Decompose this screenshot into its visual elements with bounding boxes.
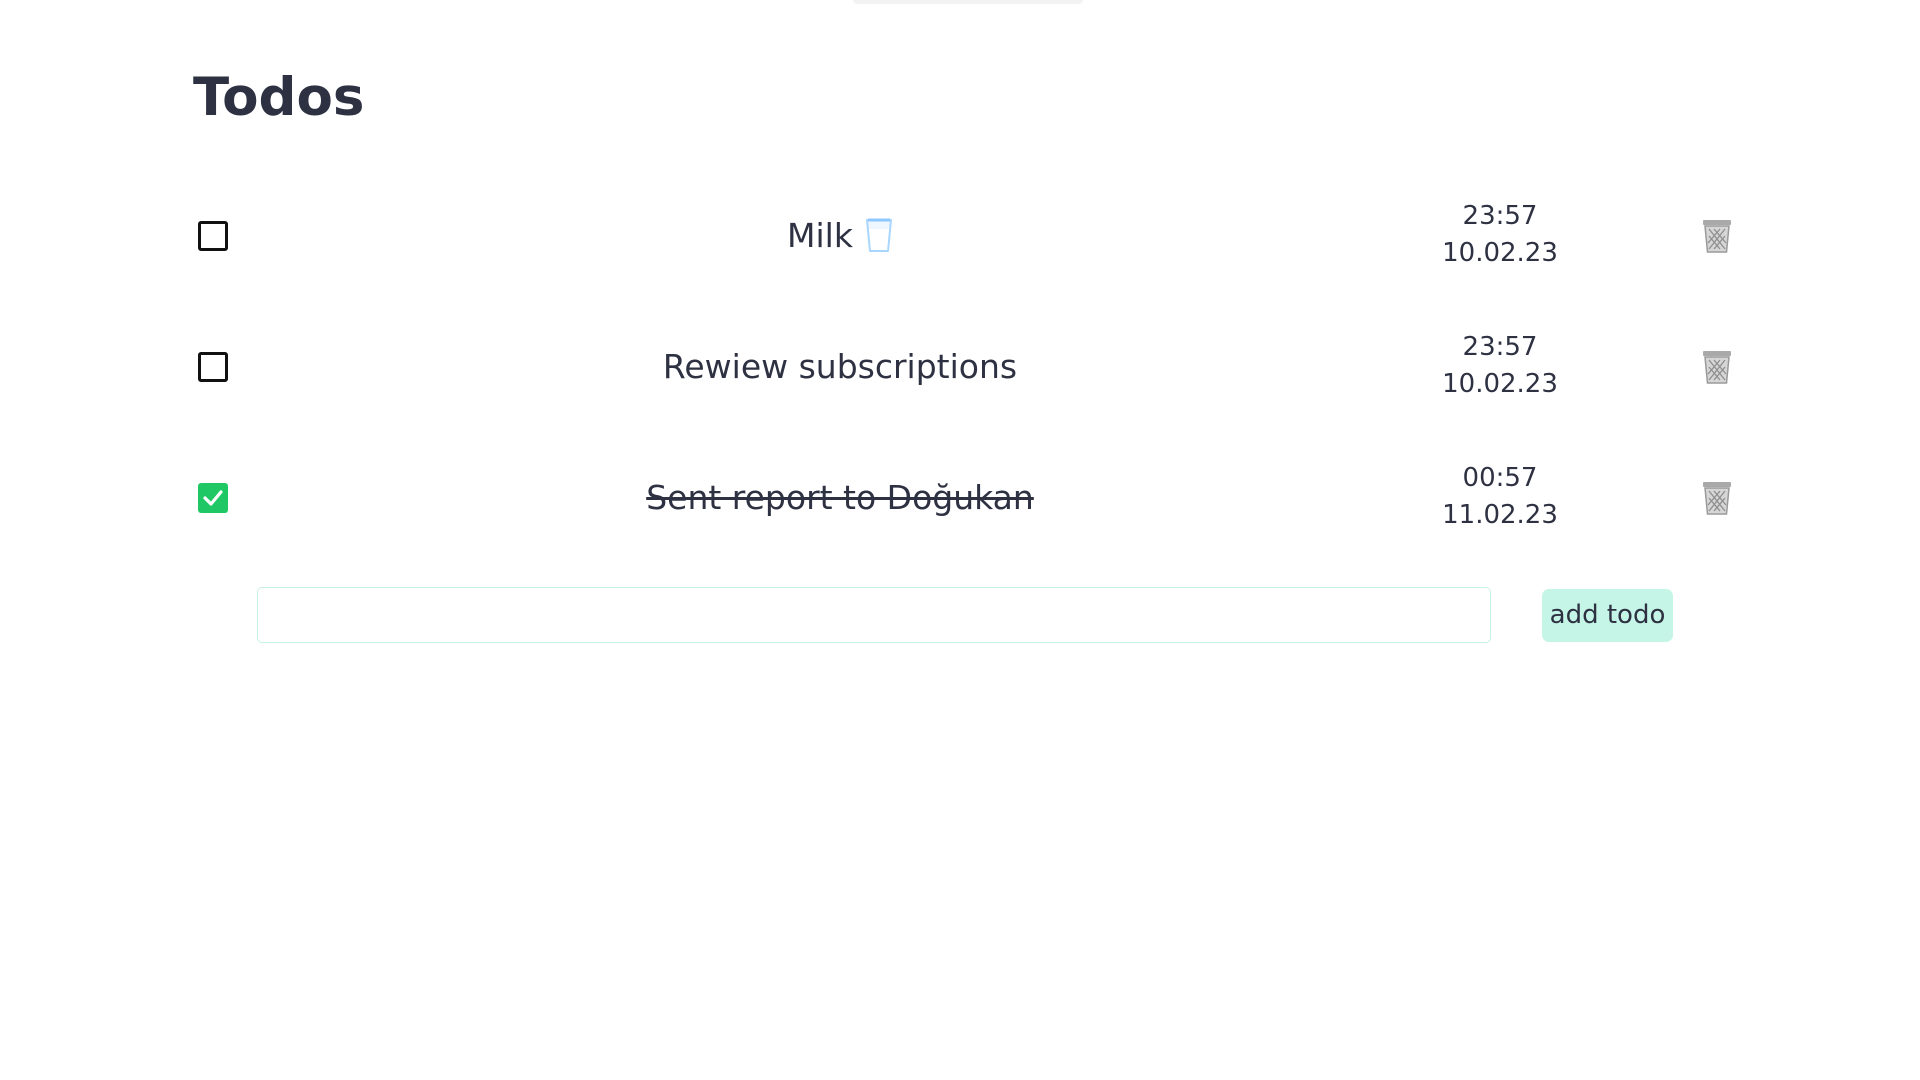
delete-button[interactable] — [1700, 349, 1734, 385]
delete-button[interactable] — [1700, 218, 1734, 254]
todo-checkbox[interactable] — [198, 483, 228, 513]
todo-item: Milk 23:57 10.02.23 — [0, 176, 1920, 296]
todo-date: 10.02.23 — [1442, 238, 1558, 268]
todo-time: 23:57 — [1462, 332, 1538, 362]
todo-list: Milk 23:57 10.02.23 Rewiew subscriptions… — [0, 0, 1920, 560]
todo-label: Sent report to Doğukan — [646, 478, 1034, 517]
trash-can-icon — [1700, 351, 1734, 389]
add-todo-button[interactable]: add todo — [1542, 589, 1673, 642]
delete-button[interactable] — [1700, 480, 1734, 516]
todo-time: 00:57 — [1462, 463, 1538, 493]
milk-glass-icon — [865, 217, 893, 253]
todo-timestamp: 00:57 11.02.23 — [1400, 460, 1600, 534]
checkmark-icon — [203, 490, 223, 506]
todo-date: 10.02.23 — [1442, 369, 1558, 399]
todo-date: 11.02.23 — [1442, 500, 1558, 530]
todo-checkbox[interactable] — [198, 221, 228, 251]
todo-item: Rewiew subscriptions 23:57 10.02.23 — [0, 307, 1920, 427]
trash-can-icon — [1700, 220, 1734, 258]
new-todo-input[interactable] — [257, 587, 1491, 643]
todo-timestamp: 23:57 10.02.23 — [1400, 198, 1600, 272]
todo-label: Milk — [787, 216, 853, 255]
todo-text: Sent report to Doğukan — [240, 473, 1440, 523]
todo-timestamp: 23:57 10.02.23 — [1400, 329, 1600, 403]
trash-can-icon — [1700, 482, 1734, 520]
todo-time: 23:57 — [1462, 201, 1538, 231]
todo-text: Milk — [240, 211, 1440, 261]
todo-label: Rewiew subscriptions — [662, 347, 1018, 386]
todo-checkbox[interactable] — [198, 352, 228, 382]
todo-item: Sent report to Doğukan 00:57 11.02.23 — [0, 438, 1920, 558]
todo-text: Rewiew subscriptions — [240, 342, 1440, 392]
